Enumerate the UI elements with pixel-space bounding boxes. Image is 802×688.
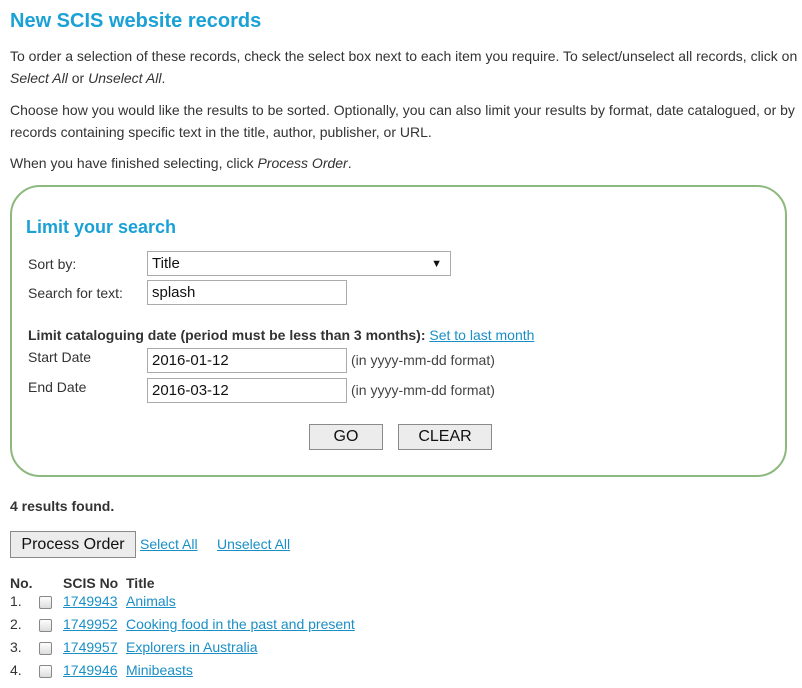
set-last-month-link[interactable]: Set to last month [429, 327, 534, 343]
start-date-value: 2016-01-12 [152, 352, 229, 369]
row-select-checkbox[interactable] [39, 619, 52, 632]
intro1-text-b: or [67, 70, 89, 86]
unselect-all-link[interactable]: Unselect All [217, 536, 290, 552]
table-row: 3. 1749957 Explorers in Australia [0, 639, 600, 661]
limit-search-panel: Limit your search Sort by: Title ▼ Searc… [10, 185, 787, 477]
intro1-em-unselect-all: Unselect All [88, 70, 162, 86]
row-number: 1. [10, 593, 22, 609]
intro-select-instructions: To order a selection of these records, c… [10, 45, 800, 89]
process-order-button[interactable]: Process Order [10, 531, 136, 558]
end-date-label: End Date [28, 379, 87, 395]
column-header-no: No. [10, 575, 33, 591]
row-number: 4. [10, 662, 22, 678]
limit-date-heading: Limit cataloguing date (period must be l… [28, 327, 534, 343]
scis-number-link[interactable]: 1749957 [63, 639, 118, 655]
row-select-checkbox[interactable] [39, 596, 52, 609]
row-number: 2. [10, 616, 22, 632]
column-header-scis-no: SCIS No [63, 575, 119, 591]
record-title-link[interactable]: Explorers in Australia [126, 639, 258, 655]
sort-by-value: Title [152, 255, 180, 272]
clear-button[interactable]: CLEAR [398, 424, 492, 450]
row-select-checkbox[interactable] [39, 665, 52, 678]
intro1-text-c: . [161, 70, 166, 86]
intro-process-instructions: When you have finished selecting, click … [10, 152, 800, 174]
search-text-label: Search for text: [28, 285, 123, 301]
sort-by-label: Sort by: [28, 256, 77, 272]
intro3-text-a: When you have finished selecting, click [10, 155, 258, 171]
results-count: 4 results found. [10, 498, 115, 514]
column-header-title: Title [126, 575, 155, 591]
row-select-checkbox[interactable] [39, 642, 52, 655]
dropdown-arrow-icon: ▼ [431, 258, 442, 270]
scis-number-link[interactable]: 1749943 [63, 593, 118, 609]
start-date-label: Start Date [28, 349, 92, 365]
table-row: 4. 1749946 Minibeasts [0, 662, 600, 684]
table-row: 1. 1749943 Animals [0, 593, 600, 615]
scis-number-link[interactable]: 1749952 [63, 616, 118, 632]
go-button[interactable]: GO [309, 424, 383, 450]
sort-by-select[interactable]: Title ▼ [147, 251, 451, 276]
intro3-em-process-order: Process Order [257, 155, 348, 171]
page-title: New SCIS website records [10, 10, 262, 32]
limit-search-title: Limit your search [26, 217, 177, 237]
intro-sort-instructions: Choose how you would like the results to… [10, 102, 795, 140]
row-number: 3. [10, 639, 22, 655]
record-title-link[interactable]: Minibeasts [126, 662, 193, 678]
start-date-format-hint: (in yyyy-mm-dd format) [351, 352, 495, 368]
end-date-format-hint: (in yyyy-mm-dd format) [351, 382, 495, 398]
scis-number-link[interactable]: 1749946 [63, 662, 118, 678]
limit-date-heading-text: Limit cataloguing date (period must be l… [28, 327, 426, 343]
start-date-input[interactable]: 2016-01-12 [147, 348, 347, 373]
record-title-link[interactable]: Cooking food in the past and present [126, 616, 355, 632]
table-row: 2. 1749952 Cooking food in the past and … [0, 616, 600, 638]
search-text-value: splash [152, 284, 196, 301]
record-title-link[interactable]: Animals [126, 593, 176, 609]
select-all-link[interactable]: Select All [140, 536, 198, 552]
end-date-input[interactable]: 2016-03-12 [147, 378, 347, 403]
search-text-input[interactable]: splash [147, 280, 347, 305]
end-date-value: 2016-03-12 [152, 382, 229, 399]
intro1-text-a: To order a selection of these records, c… [10, 48, 798, 64]
intro3-text-b: . [347, 155, 352, 171]
intro1-em-select-all: Select All [10, 70, 68, 86]
